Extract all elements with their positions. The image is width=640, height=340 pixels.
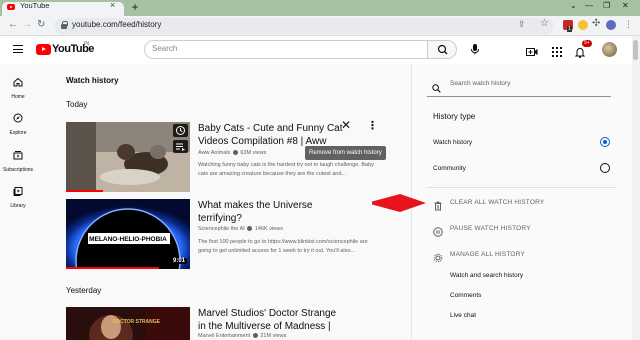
- option-community[interactable]: Community: [433, 165, 466, 172]
- verified-check-icon: [247, 226, 253, 232]
- mic-icon[interactable]: [468, 42, 482, 56]
- guide-item-library[interactable]: Library: [0, 183, 36, 209]
- tab-title: YouTube: [20, 1, 50, 10]
- country-code: IN: [84, 41, 89, 47]
- puzzle-icon[interactable]: ✣: [592, 18, 600, 29]
- watch-progress-bar: [66, 190, 103, 192]
- watch-progress-bar: [66, 267, 159, 269]
- minimize-button[interactable]: —: [585, 1, 593, 10]
- channel-name[interactable]: Aww Animals: [198, 150, 230, 156]
- guide-item-explore[interactable]: Explore: [0, 110, 36, 136]
- extension-icon[interactable]: [578, 20, 588, 30]
- video-description: The first 100 people to go to https://ww…: [198, 239, 368, 254]
- tab-close-icon[interactable]: ×: [110, 0, 115, 10]
- watch-later-icon[interactable]: [173, 124, 188, 137]
- tab-search-icon[interactable]: ⌄: [570, 1, 577, 10]
- menu-icon[interactable]: [13, 45, 23, 53]
- guide-label: Subscriptions: [2, 167, 33, 173]
- link-comments[interactable]: Comments: [450, 292, 481, 299]
- view-count: 146K views: [254, 226, 283, 232]
- library-icon: [13, 187, 23, 196]
- video-title[interactable]: Marvel Studios' Doctor Strange in the Mu…: [198, 307, 346, 333]
- maximize-button[interactable]: ❐: [603, 1, 610, 10]
- remove-close-icon[interactable]: ✕: [341, 118, 351, 132]
- video-title[interactable]: Baby Cats - Cute and Funny Cat Videos Co…: [198, 122, 346, 148]
- guide-label: Explore: [9, 130, 27, 136]
- video-meta: Marvel Entertainment 21M views: [198, 333, 286, 339]
- page-title: Watch history: [66, 76, 119, 85]
- cat-thumbnail-image: [66, 122, 190, 192]
- view-count: 21M views: [260, 333, 287, 339]
- more-actions-icon[interactable]: ⋮: [367, 119, 378, 132]
- view-count: 63M views: [240, 150, 267, 156]
- section-header-yesterday: Yesterday: [66, 286, 102, 295]
- tooltip: Remove from watch history: [305, 146, 386, 160]
- link-live-chat[interactable]: Live chat: [450, 312, 476, 319]
- video-meta: Sciencephile the AI 146K views: [198, 226, 283, 232]
- close-window-button[interactable]: ✕: [622, 1, 629, 10]
- forward-icon[interactable]: →: [22, 19, 32, 30]
- video-description: Watching funny baby cats is the hardest …: [198, 162, 374, 177]
- subscriptions-icon: [13, 151, 23, 160]
- share-icon[interactable]: ⇪: [518, 19, 526, 30]
- radio-watch-history[interactable]: [600, 137, 610, 147]
- guide-item-home[interactable]: Home: [0, 74, 36, 100]
- create-icon[interactable]: [526, 44, 538, 62]
- search-button[interactable]: [427, 40, 457, 59]
- bookmark-star-icon[interactable]: ☆: [540, 18, 549, 29]
- section-header-today: Today: [66, 100, 88, 109]
- add-to-queue-icon[interactable]: [173, 140, 188, 153]
- search-placeholder: Search: [152, 44, 178, 53]
- avatar[interactable]: [602, 42, 617, 57]
- new-tab-button[interactable]: +: [128, 1, 142, 15]
- annotation-arrow-icon: [372, 194, 426, 212]
- video-thumbnail[interactable]: [66, 122, 190, 192]
- radio-community[interactable]: [600, 163, 610, 173]
- manage-history-button[interactable]: MANAGE ALL HISTORY: [450, 251, 525, 258]
- extension-badge: 1: [567, 26, 572, 32]
- video-title[interactable]: What makes the Universe terrifying?: [198, 199, 346, 225]
- divider: [427, 187, 617, 188]
- youtube-logo-icon[interactable]: [36, 44, 51, 55]
- youtube-favicon-icon: [7, 4, 15, 10]
- thumbnail-text: MELANO-HELIO-PHOBIA: [89, 236, 167, 243]
- url-text[interactable]: youtube.com/feed/history: [72, 20, 161, 29]
- channel-name[interactable]: Sciencephile the AI: [198, 226, 245, 232]
- page-scrollbar[interactable]: [632, 36, 640, 340]
- pause-history-button[interactable]: PAUSE WATCH HISTORY: [450, 225, 531, 232]
- video-meta: Aww Animals 63M views: [198, 150, 266, 156]
- chrome-menu-icon[interactable]: ⋮: [624, 19, 633, 30]
- clear-history-button[interactable]: CLEAR ALL WATCH HISTORY: [450, 199, 544, 206]
- history-type-label: History type: [433, 112, 476, 121]
- guide-label: Home: [11, 94, 25, 100]
- link-watch-search-history[interactable]: Watch and search history: [450, 272, 523, 279]
- apps-icon[interactable]: [552, 44, 562, 62]
- reload-icon[interactable]: ↻: [37, 19, 45, 30]
- guide-label: Library: [10, 203, 26, 209]
- bell-icon[interactable]: [574, 45, 586, 63]
- guide-item-subscriptions[interactable]: Subscriptions: [0, 147, 36, 173]
- home-icon: [13, 77, 23, 87]
- scrollbar-thumb[interactable]: [633, 40, 638, 60]
- lock-icon[interactable]: [61, 21, 68, 30]
- thumbnail-text: DOCTOR STRANGE: [112, 319, 160, 325]
- verified-check-icon: [232, 150, 238, 156]
- duration-badge: 9:01: [171, 258, 188, 264]
- verified-check-icon: [252, 333, 258, 339]
- gear-icon: [433, 250, 443, 263]
- pause-icon: [433, 224, 443, 237]
- back-icon[interactable]: ←: [8, 19, 18, 30]
- profile-icon[interactable]: [606, 20, 616, 30]
- trash-icon: [433, 198, 443, 211]
- history-search-input[interactable]: Search watch history: [450, 80, 510, 87]
- search-underline: [427, 96, 611, 97]
- option-watch-history[interactable]: Watch history: [433, 139, 472, 146]
- channel-name[interactable]: Marvel Entertainment: [198, 333, 250, 339]
- compass-icon: [13, 113, 23, 123]
- search-input[interactable]: [144, 40, 428, 59]
- notification-badge: 9+: [582, 40, 592, 47]
- search-icon: [437, 44, 448, 55]
